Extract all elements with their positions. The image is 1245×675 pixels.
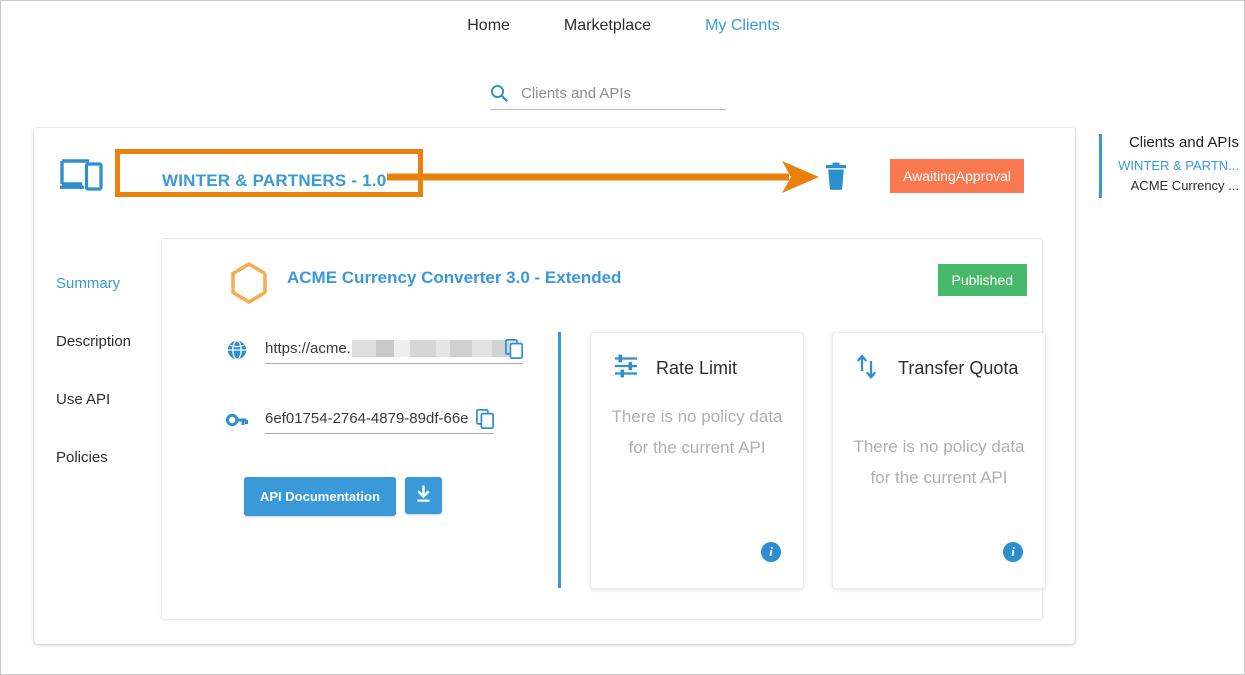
api-endpoint-value: https://acme. — [265, 340, 351, 357]
policy-header: Rate Limit — [613, 353, 785, 384]
download-button[interactable] — [404, 477, 442, 514]
hexagon-icon — [226, 261, 272, 312]
nav-item-home[interactable]: Home — [467, 17, 510, 35]
globe-icon — [226, 339, 248, 361]
api-title: ACME Currency Converter 3.0 - Extended — [287, 268, 622, 287]
nav-item-my-clients[interactable]: My Clients — [705, 17, 780, 35]
copy-icon[interactable] — [504, 339, 523, 359]
api-key-row: 6ef01754-2764-4879-89df-66e — [226, 409, 494, 434]
policy-empty-message: There is no policy data for the current … — [611, 407, 783, 457]
api-endpoint-row: https://acme. — [226, 339, 523, 364]
policy-name: Rate Limit — [656, 358, 738, 378]
search-input[interactable] — [521, 84, 726, 102]
tree-title: Clients and APIs — [1128, 134, 1239, 151]
sliders-icon — [613, 353, 639, 384]
policy-card-transfer-quota: Transfer Quota There is no policy data f… — [832, 332, 1046, 589]
policy-empty-message: There is no policy data for the current … — [853, 437, 1025, 487]
client-detail-card: WINTER & PARTNERS - 1.0 AwaitingApproval… — [34, 128, 1075, 644]
title-highlight-annotation — [115, 149, 423, 197]
tab-use-api[interactable]: Use API — [56, 391, 176, 408]
detail-tab-rail: Summary Description Use API Policies — [56, 275, 176, 507]
search-bar[interactable] — [490, 84, 726, 110]
tab-description[interactable]: Description — [56, 333, 176, 350]
key-icon — [226, 409, 248, 431]
status-badge: AwaitingApproval — [890, 159, 1024, 193]
api-key-field[interactable]: 6ef01754-2764-4879-89df-66e — [265, 409, 494, 434]
info-icon[interactable]: i — [761, 542, 781, 562]
transfer-arrows-icon — [855, 353, 881, 386]
section-divider — [558, 332, 561, 588]
api-key-value: 6ef01754-2764-4879-89df-66e — [265, 410, 469, 427]
tab-policies[interactable]: Policies — [56, 449, 176, 466]
tree-item-client[interactable]: WINTER & PARTN... — [1112, 158, 1239, 173]
download-icon — [414, 484, 433, 507]
api-documentation-button[interactable]: API Documentation — [244, 477, 396, 516]
top-navigation: Home Marketplace My Clients — [1, 17, 1245, 35]
breadcrumb-tree-panel: Clients and APIs WINTER & PARTN... ACME … — [1099, 134, 1239, 198]
redaction-blur — [351, 340, 523, 357]
search-icon — [490, 84, 508, 102]
policy-card-rate-limit: Rate Limit There is no policy data for t… — [590, 332, 804, 589]
devices-icon — [59, 156, 105, 201]
api-summary-card: ACME Currency Converter 3.0 - Extended P… — [161, 238, 1046, 620]
tree-item-api[interactable]: ACME Currency ... — [1112, 178, 1239, 193]
nav-item-marketplace[interactable]: Marketplace — [564, 17, 651, 35]
policy-header: Transfer Quota — [855, 353, 1027, 386]
api-state-badge: Published — [937, 264, 1027, 296]
info-icon[interactable]: i — [1003, 542, 1023, 562]
page-root: Home Marketplace My Clients WINTER & PAR… — [0, 0, 1245, 675]
tab-summary[interactable]: Summary — [56, 275, 176, 292]
copy-icon[interactable] — [476, 409, 494, 429]
api-endpoint-field[interactable]: https://acme. — [265, 339, 523, 364]
api-action-buttons: API Documentation — [244, 477, 442, 516]
arrow-annotation — [387, 156, 827, 203]
policy-name: Transfer Quota — [898, 358, 1019, 378]
